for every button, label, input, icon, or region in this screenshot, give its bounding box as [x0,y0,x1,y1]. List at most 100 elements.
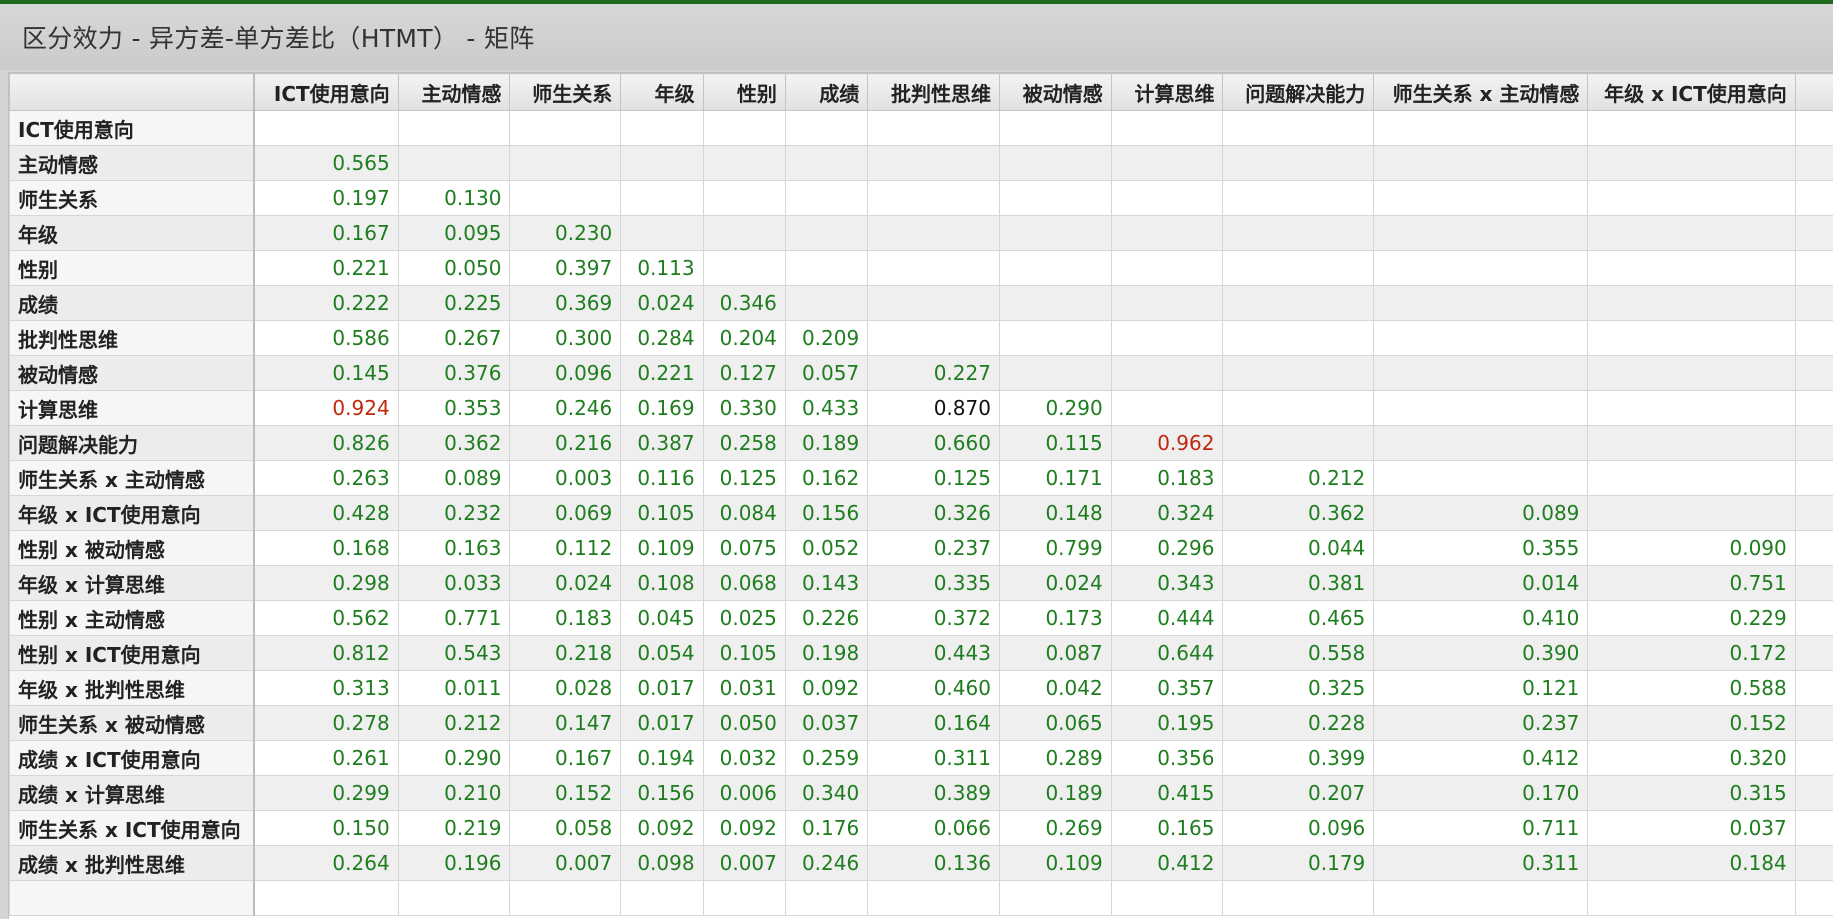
matrix-cell[interactable]: 0.330 [703,391,785,426]
empty-cell[interactable] [1223,391,1374,426]
matrix-cell[interactable]: 0.443 [868,636,1000,671]
matrix-cell[interactable]: 0.057 [785,356,867,391]
row-header[interactable]: 年级 x 批判性思维 [10,671,255,706]
empty-cell[interactable] [999,286,1111,321]
matrix-cell[interactable]: 0.210 [398,776,510,811]
empty-cell[interactable] [1795,531,1833,566]
matrix-cell[interactable]: 0.296 [1111,531,1223,566]
empty-cell[interactable] [1795,356,1833,391]
matrix-cell[interactable]: 0.164 [868,706,1000,741]
matrix-cell[interactable]: 0.558 [1223,636,1374,671]
empty-cell[interactable] [1795,706,1833,741]
matrix-cell[interactable]: 0.325 [1223,671,1374,706]
matrix-cell[interactable]: 0.219 [398,811,510,846]
row-header[interactable]: 主动情感 [10,146,255,181]
matrix-cell[interactable]: 0.212 [398,706,510,741]
matrix-cell[interactable]: 0.095 [398,216,510,251]
empty-cell[interactable] [703,181,785,216]
matrix-cell[interactable]: 0.227 [868,356,1000,391]
row-header[interactable]: 成绩 x 批判性思维 [10,846,255,881]
empty-cell[interactable] [1111,321,1223,356]
row-header[interactable]: 师生关系 [10,181,255,216]
matrix-cell[interactable]: 0.225 [398,286,510,321]
empty-cell[interactable] [1795,111,1833,146]
empty-cell[interactable] [254,881,398,916]
matrix-cell[interactable]: 0.156 [621,776,703,811]
empty-cell[interactable] [621,881,703,916]
empty-cell[interactable] [1374,391,1588,426]
empty-cell[interactable] [868,146,1000,181]
empty-cell[interactable] [1111,251,1223,286]
matrix-cell[interactable]: 0.799 [999,531,1111,566]
empty-cell[interactable] [999,111,1111,146]
empty-cell[interactable] [1795,636,1833,671]
column-header[interactable]: 师生关系 [510,74,621,111]
matrix-cell[interactable]: 0.165 [1111,811,1223,846]
matrix-cell[interactable]: 0.130 [398,181,510,216]
matrix-cell[interactable]: 0.246 [785,846,867,881]
matrix-cell[interactable]: 0.090 [1588,531,1795,566]
empty-cell[interactable] [1374,881,1588,916]
empty-cell[interactable] [1111,356,1223,391]
matrix-cell[interactable]: 0.216 [510,426,621,461]
matrix-cell[interactable]: 0.037 [785,706,867,741]
empty-cell[interactable] [1795,881,1833,916]
matrix-cell[interactable]: 0.353 [398,391,510,426]
matrix-cell[interactable]: 0.259 [785,741,867,776]
matrix-cell[interactable]: 0.121 [1374,671,1588,706]
matrix-cell[interactable]: 0.415 [1111,776,1223,811]
matrix-cell[interactable]: 0.465 [1223,601,1374,636]
matrix-cell[interactable]: 0.006 [703,776,785,811]
column-header[interactable]: ICT使用意向 [254,74,398,111]
empty-cell[interactable] [785,881,867,916]
matrix-cell[interactable]: 0.387 [621,426,703,461]
row-header[interactable]: 成绩 x ICT使用意向 [10,741,255,776]
row-header[interactable]: ICT使用意向 [10,111,255,146]
empty-cell[interactable] [868,181,1000,216]
matrix-cell[interactable]: 0.032 [703,741,785,776]
matrix-cell[interactable]: 0.163 [398,531,510,566]
empty-cell[interactable] [1588,356,1795,391]
matrix-cell[interactable]: 0.433 [785,391,867,426]
matrix-cell[interactable]: 0.092 [703,811,785,846]
row-header[interactable]: 批判性思维 [10,321,255,356]
empty-cell[interactable] [1374,321,1588,356]
row-header[interactable]: 性别 x ICT使用意向 [10,636,255,671]
matrix-cell[interactable]: 0.340 [785,776,867,811]
matrix-cell[interactable]: 0.125 [703,461,785,496]
empty-cell[interactable] [1795,811,1833,846]
matrix-cell[interactable]: 0.356 [1111,741,1223,776]
matrix-cell[interactable]: 0.066 [868,811,1000,846]
empty-cell[interactable] [703,251,785,286]
empty-cell[interactable] [999,356,1111,391]
empty-cell[interactable] [510,146,621,181]
empty-cell[interactable] [1588,496,1795,531]
row-header[interactable]: 问题解决能力 [10,426,255,461]
matrix-cell[interactable]: 0.183 [1111,461,1223,496]
matrix-cell[interactable]: 0.025 [703,601,785,636]
matrix-cell[interactable]: 0.543 [398,636,510,671]
empty-cell[interactable] [1111,146,1223,181]
empty-cell[interactable] [1111,286,1223,321]
empty-cell[interactable] [868,251,1000,286]
matrix-cell[interactable]: 0.096 [510,356,621,391]
matrix-cell[interactable]: 0.058 [510,811,621,846]
matrix-cell[interactable]: 0.264 [254,846,398,881]
empty-cell[interactable] [1588,111,1795,146]
matrix-cell[interactable]: 0.228 [1223,706,1374,741]
matrix-cell[interactable]: 0.184 [1588,846,1795,881]
empty-cell[interactable] [999,321,1111,356]
empty-cell[interactable] [1795,566,1833,601]
matrix-cell[interactable]: 0.428 [254,496,398,531]
empty-cell[interactable] [1374,286,1588,321]
matrix-cell[interactable]: 0.660 [868,426,1000,461]
empty-cell[interactable] [1795,776,1833,811]
empty-cell[interactable] [1223,356,1374,391]
empty-cell[interactable] [1588,251,1795,286]
matrix-cell[interactable]: 0.221 [254,251,398,286]
matrix-cell[interactable]: 0.092 [621,811,703,846]
matrix-cell[interactable]: 0.222 [254,286,398,321]
matrix-cell[interactable]: 0.176 [785,811,867,846]
empty-cell[interactable] [1588,321,1795,356]
matrix-cell[interactable]: 0.150 [254,811,398,846]
